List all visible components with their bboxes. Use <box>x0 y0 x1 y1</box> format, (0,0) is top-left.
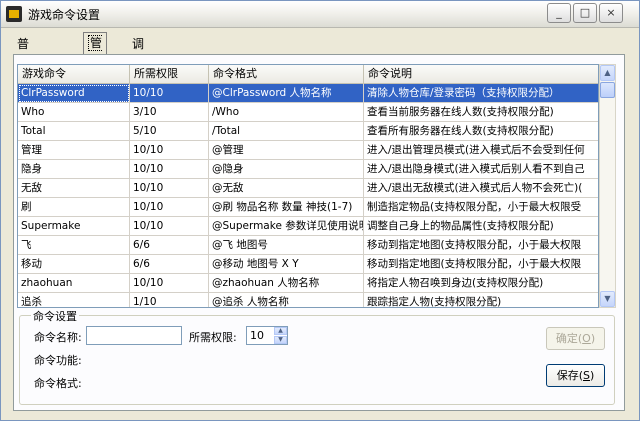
column-header-format[interactable]: 命令格式 <box>209 65 364 84</box>
maximize-button[interactable]: □ <box>573 3 597 23</box>
tab-debug-commands[interactable]: 调试命令 <box>128 34 148 111</box>
cell-command: Who <box>18 103 130 122</box>
scroll-down-icon[interactable]: ▼ <box>600 291 615 307</box>
cell-command: Total <box>18 122 130 141</box>
group-title: 命令设置 <box>31 308 79 324</box>
cell-format: @移动 地图号 X Y <box>209 255 364 274</box>
permission-value: 10 <box>250 329 264 342</box>
column-header-permission[interactable]: 所需权限 <box>130 65 209 84</box>
confirm-label: 确定 <box>555 332 578 345</box>
cell-description: 制造指定物品(支持权限分配，小于最大权限受 <box>364 198 598 217</box>
cell-format: @Supermake 参数详见使用说明 <box>209 217 364 236</box>
tab-admin-commands[interactable]: 管理命令 <box>83 32 108 111</box>
save-button[interactable]: 保存(S) <box>546 364 605 387</box>
cell-permission: 10/10 <box>130 198 209 217</box>
app-icon <box>6 6 22 22</box>
game-command-settings-window: 游戏命令设置 _ □ × 普通命令 管理命令 调试命令 游戏命令 所需权限 命令… <box>0 0 640 421</box>
command-format-label: 命令格式: <box>34 377 82 390</box>
cell-permission: 5/10 <box>130 122 209 141</box>
cell-description: 移动到指定地图(支持权限分配，小于最大权限 <box>364 255 598 274</box>
column-header-command[interactable]: 游戏命令 <box>18 65 130 84</box>
table-row[interactable]: Total 5/10/Total 查看所有服务器在线人数(支持权限分配) <box>18 122 598 141</box>
cell-permission: 10/10 <box>130 141 209 160</box>
cell-command: ClrPassword <box>18 84 130 103</box>
cell-permission: 10/10 <box>130 84 209 103</box>
table-row[interactable]: 无敌 10/10 @无敌 进入/退出无敌模式(进入模式后人物不会死亡)( <box>18 179 598 198</box>
cell-description: 移动到指定地图(支持权限分配，小于最大权限 <box>364 236 598 255</box>
cell-permission: 6/6 <box>130 255 209 274</box>
cell-command: Supermake <box>18 217 130 236</box>
vertical-scrollbar[interactable]: ▲ ▼ <box>599 64 616 308</box>
tab-normal-commands[interactable]: 普通命令 <box>13 34 33 111</box>
cell-permission: 10/10 <box>130 217 209 236</box>
table-row[interactable]: 追杀 1/10 @追杀 人物名称 跟踪指定人物(支持权限分配) <box>18 293 598 307</box>
cell-command: 移动 <box>18 255 130 274</box>
cell-permission: 1/10 <box>130 293 209 307</box>
confirm-button[interactable]: 确定(O) <box>546 327 605 350</box>
cell-format: @无敌 <box>209 179 364 198</box>
scroll-thumb[interactable] <box>600 82 615 98</box>
command-function-label: 命令功能: <box>34 354 82 367</box>
save-label: 保存 <box>556 369 579 382</box>
command-name-input[interactable] <box>86 326 182 345</box>
cell-format: /Total <box>209 122 364 141</box>
window-title: 游戏命令设置 <box>28 8 101 22</box>
cell-format: @飞 地图号 <box>209 236 364 255</box>
cell-format: @隐身 <box>209 160 364 179</box>
confirm-hotkey: O <box>582 332 591 345</box>
cell-description: 将指定人物召唤到身边(支持权限分配) <box>364 274 598 293</box>
cell-command: 无敌 <box>18 179 130 198</box>
cell-command: 隐身 <box>18 160 130 179</box>
spin-down-icon[interactable]: ▼ <box>274 336 287 344</box>
cell-command: 追杀 <box>18 293 130 307</box>
table-row[interactable]: zhaohuan 10/10 @zhaohuan 人物名称 将指定人物召唤到身边(支持… <box>18 274 598 293</box>
spin-up-icon[interactable]: ▲ <box>274 327 287 335</box>
table-row[interactable]: Who 3/10/Who 查看当前服务器在线人数(支持权限分配) <box>18 103 598 122</box>
cell-description: 查看所有服务器在线人数(支持权限分配) <box>364 122 598 141</box>
cell-permission: 3/10 <box>130 103 209 122</box>
cell-format: @管理 <box>209 141 364 160</box>
cell-description: 进入/退出隐身模式(进入模式后别人看不到自己 <box>364 160 598 179</box>
cell-format: /Who <box>209 103 364 122</box>
cell-permission: 10/10 <box>130 160 209 179</box>
table-row[interactable]: ClrPassword 10/10 @ClrPassword 人物名称 清除人物仓库/… <box>18 84 598 103</box>
cell-command: zhaohuan <box>18 274 130 293</box>
permission-label: 所需权限: <box>189 331 237 344</box>
table-row[interactable]: 飞 6/6 @飞 地图号 移动到指定地图(支持权限分配，小于最大权限 <box>18 236 598 255</box>
table-row[interactable]: 管理 10/10 @管理 进入/退出管理员模式(进入模式后不会受到任何 <box>18 141 598 160</box>
cell-description: 进入/退出管理员模式(进入模式后不会受到任何 <box>364 141 598 160</box>
title-bar[interactable]: 游戏命令设置 _ □ × <box>1 1 639 28</box>
cell-description: 进入/退出无敌模式(进入模式后人物不会死亡)( <box>364 179 598 198</box>
table-row[interactable]: 移动 6/6 @移动 地图号 X Y 移动到指定地图(支持权限分配，小于最大权限 <box>18 255 598 274</box>
cell-command: 刷 <box>18 198 130 217</box>
cell-command: 飞 <box>18 236 130 255</box>
command-table[interactable]: 游戏命令 所需权限 命令格式 命令说明 ClrPassword 10/10 @Clr… <box>17 64 599 308</box>
table-row[interactable]: Supermake 10/10 @Supermake 参数详见使用说明 调整自己身上的… <box>18 217 598 236</box>
scroll-up-icon[interactable]: ▲ <box>600 65 615 81</box>
cell-format: @ClrPassword 人物名称 <box>209 84 364 103</box>
table-body: ClrPassword 10/10 @ClrPassword 人物名称 清除人物仓库/… <box>18 84 598 307</box>
cell-description: 调整自己身上的物品属性(支持权限分配) <box>364 217 598 236</box>
cell-format: @刷 物品名称 数量 神技(1-7) <box>209 198 364 217</box>
cell-description: 查看当前服务器在线人数(支持权限分配) <box>364 103 598 122</box>
column-header-description[interactable]: 命令说明 <box>364 65 598 84</box>
cell-description: 跟踪指定人物(支持权限分配) <box>364 293 598 307</box>
cell-permission: 10/10 <box>130 274 209 293</box>
cell-permission: 6/6 <box>130 236 209 255</box>
close-button[interactable]: × <box>599 3 623 23</box>
minimize-button[interactable]: _ <box>547 3 571 23</box>
table-header: 游戏命令 所需权限 命令格式 命令说明 <box>18 65 598 84</box>
cell-permission: 10/10 <box>130 179 209 198</box>
cell-description: 清除人物仓库/登录密码（支持权限分配） <box>364 84 598 103</box>
table-row[interactable]: 隐身 10/10 @隐身 进入/退出隐身模式(进入模式后别人看不到自己 <box>18 160 598 179</box>
cell-command: 管理 <box>18 141 130 160</box>
command-name-label: 命令名称: <box>34 331 82 344</box>
table-row[interactable]: 刷 10/10 @刷 物品名称 数量 神技(1-7) 制造指定物品(支持权限分配，小于… <box>18 198 598 217</box>
cell-format: @追杀 人物名称 <box>209 293 364 307</box>
save-hotkey: S <box>583 369 590 382</box>
cell-format: @zhaohuan 人物名称 <box>209 274 364 293</box>
permission-spinner[interactable]: 10 ▲ ▼ <box>246 326 288 345</box>
